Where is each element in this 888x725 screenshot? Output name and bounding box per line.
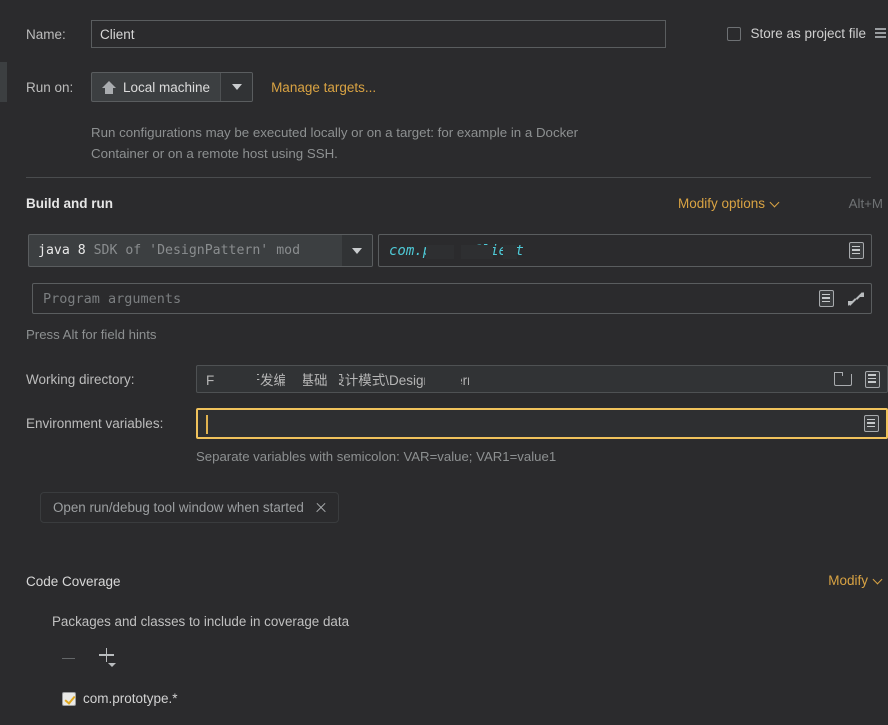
name-label: Name:	[26, 26, 66, 42]
expand-icon	[848, 291, 864, 307]
environment-variables-label: Environment variables:	[26, 416, 164, 431]
home-icon	[102, 80, 116, 94]
jre-sdk-dropdown[interactable]: java 8 SDK of 'DesignPattern' mod	[28, 234, 373, 267]
redaction-smudge	[327, 369, 339, 391]
redaction-smudge	[215, 369, 257, 391]
main-class-browse-button[interactable]	[841, 235, 871, 266]
environment-variables-row: Environment variables:	[26, 408, 888, 439]
list-icon	[848, 242, 864, 259]
store-as-project-file-label: Store as project file	[750, 26, 866, 41]
modify-options-label: Modify options	[677, 196, 765, 211]
environment-variables-hint: Separate variables with semicolon: VAR=v…	[196, 449, 557, 464]
program-arguments-macro-button[interactable]	[811, 284, 841, 313]
name-row: Name:	[26, 20, 666, 48]
modify-options-link[interactable]: Modify options	[678, 196, 780, 211]
text-cursor	[206, 415, 208, 434]
redaction-smudge	[503, 244, 517, 259]
working-directory-browse-button[interactable]	[827, 366, 857, 392]
run-on-description: Run configurations may be executed local…	[91, 125, 579, 161]
code-coverage-modify-link[interactable]: Modify	[828, 573, 883, 588]
list-icon	[863, 415, 879, 432]
redaction-smudge	[425, 369, 461, 391]
config-lines-icon[interactable]	[875, 26, 886, 41]
plus-icon[interactable]	[99, 648, 117, 668]
store-as-project-file-checkbox[interactable]	[727, 26, 742, 41]
list-icon	[864, 370, 880, 388]
working-directory-macro-button[interactable]	[857, 366, 887, 392]
left-tool-rail	[0, 62, 7, 102]
chevron-down-icon	[874, 576, 883, 585]
chevron-down-icon	[108, 663, 116, 667]
jre-sdk-dropdown-arrow[interactable]	[342, 235, 372, 266]
working-directory-label: Working directory:	[26, 371, 135, 387]
code-coverage-title: Code Coverage	[26, 574, 121, 589]
open-run-debug-tool-window-label: Open run/debug tool window when started	[53, 500, 304, 515]
close-icon[interactable]	[315, 502, 326, 513]
name-input[interactable]	[91, 20, 666, 48]
store-as-project-file-row[interactable]: Store as project file	[727, 26, 886, 41]
field-hints-text: Press Alt for field hints	[26, 327, 157, 342]
list-icon	[818, 290, 834, 307]
run-on-label: Run on:	[26, 79, 74, 95]
program-arguments-field[interactable]: Program arguments	[32, 283, 872, 314]
jre-sdk-value: java 8 SDK of 'DesignPattern' mod	[29, 243, 342, 258]
manage-targets-link[interactable]: Manage targets...	[271, 80, 376, 95]
redaction-smudge	[469, 369, 495, 391]
minus-icon[interactable]	[62, 651, 77, 666]
run-on-target-text: Local machine	[123, 79, 211, 95]
code-coverage-subtitle: Packages and classes to include in cover…	[52, 614, 350, 629]
chevron-down-icon	[771, 199, 780, 208]
redaction-smudge	[503, 369, 521, 391]
environment-variables-editor-button[interactable]	[856, 410, 886, 437]
open-run-debug-tool-window-chip[interactable]: Open run/debug tool window when started	[40, 492, 339, 523]
coverage-pattern-row[interactable]: com.prototype.*	[62, 691, 178, 706]
run-on-target-value[interactable]: Local machine	[92, 73, 220, 101]
redaction-smudge	[426, 244, 454, 259]
coverage-pattern-checkbox[interactable]	[62, 691, 76, 706]
coverage-pattern-label: com.prototype.*	[83, 691, 178, 706]
section-divider	[26, 177, 871, 178]
environment-variables-field[interactable]	[196, 408, 888, 439]
working-directory-field[interactable]: F:\java开发编程基础\设计模式\DesignPattern	[196, 365, 888, 393]
run-on-target-dropdown[interactable]: Local machine	[91, 72, 254, 102]
working-directory-row: Working directory: F:\java开发编程基础\设计模式\De…	[26, 365, 888, 393]
chevron-down-icon	[231, 84, 242, 90]
build-and-run-title: Build and run	[26, 196, 113, 211]
code-coverage-modify-label: Modify	[828, 573, 868, 588]
run-on-dropdown-arrow[interactable]	[220, 73, 253, 101]
main-class-value: com.p g. .Client	[379, 243, 841, 259]
program-arguments-placeholder: Program arguments	[43, 290, 182, 307]
redaction-smudge	[461, 244, 493, 259]
main-class-field[interactable]: com.p g. .Client	[378, 234, 872, 267]
redaction-smudge	[285, 369, 303, 391]
code-coverage-toolbar	[62, 648, 117, 668]
working-directory-value: F:\java开发编程基础\设计模式\DesignPattern	[197, 369, 827, 391]
folder-icon	[833, 372, 852, 386]
modify-options-shortcut: Alt+M	[848, 196, 883, 211]
run-on-row: Run on: Local machine Manage targets...	[26, 72, 376, 102]
jre-sdk-description: SDK of 'DesignPattern' mod	[85, 243, 301, 258]
chevron-down-icon	[352, 247, 362, 254]
jre-sdk-name: java 8	[38, 243, 86, 258]
program-arguments-expand-button[interactable]	[841, 284, 871, 313]
